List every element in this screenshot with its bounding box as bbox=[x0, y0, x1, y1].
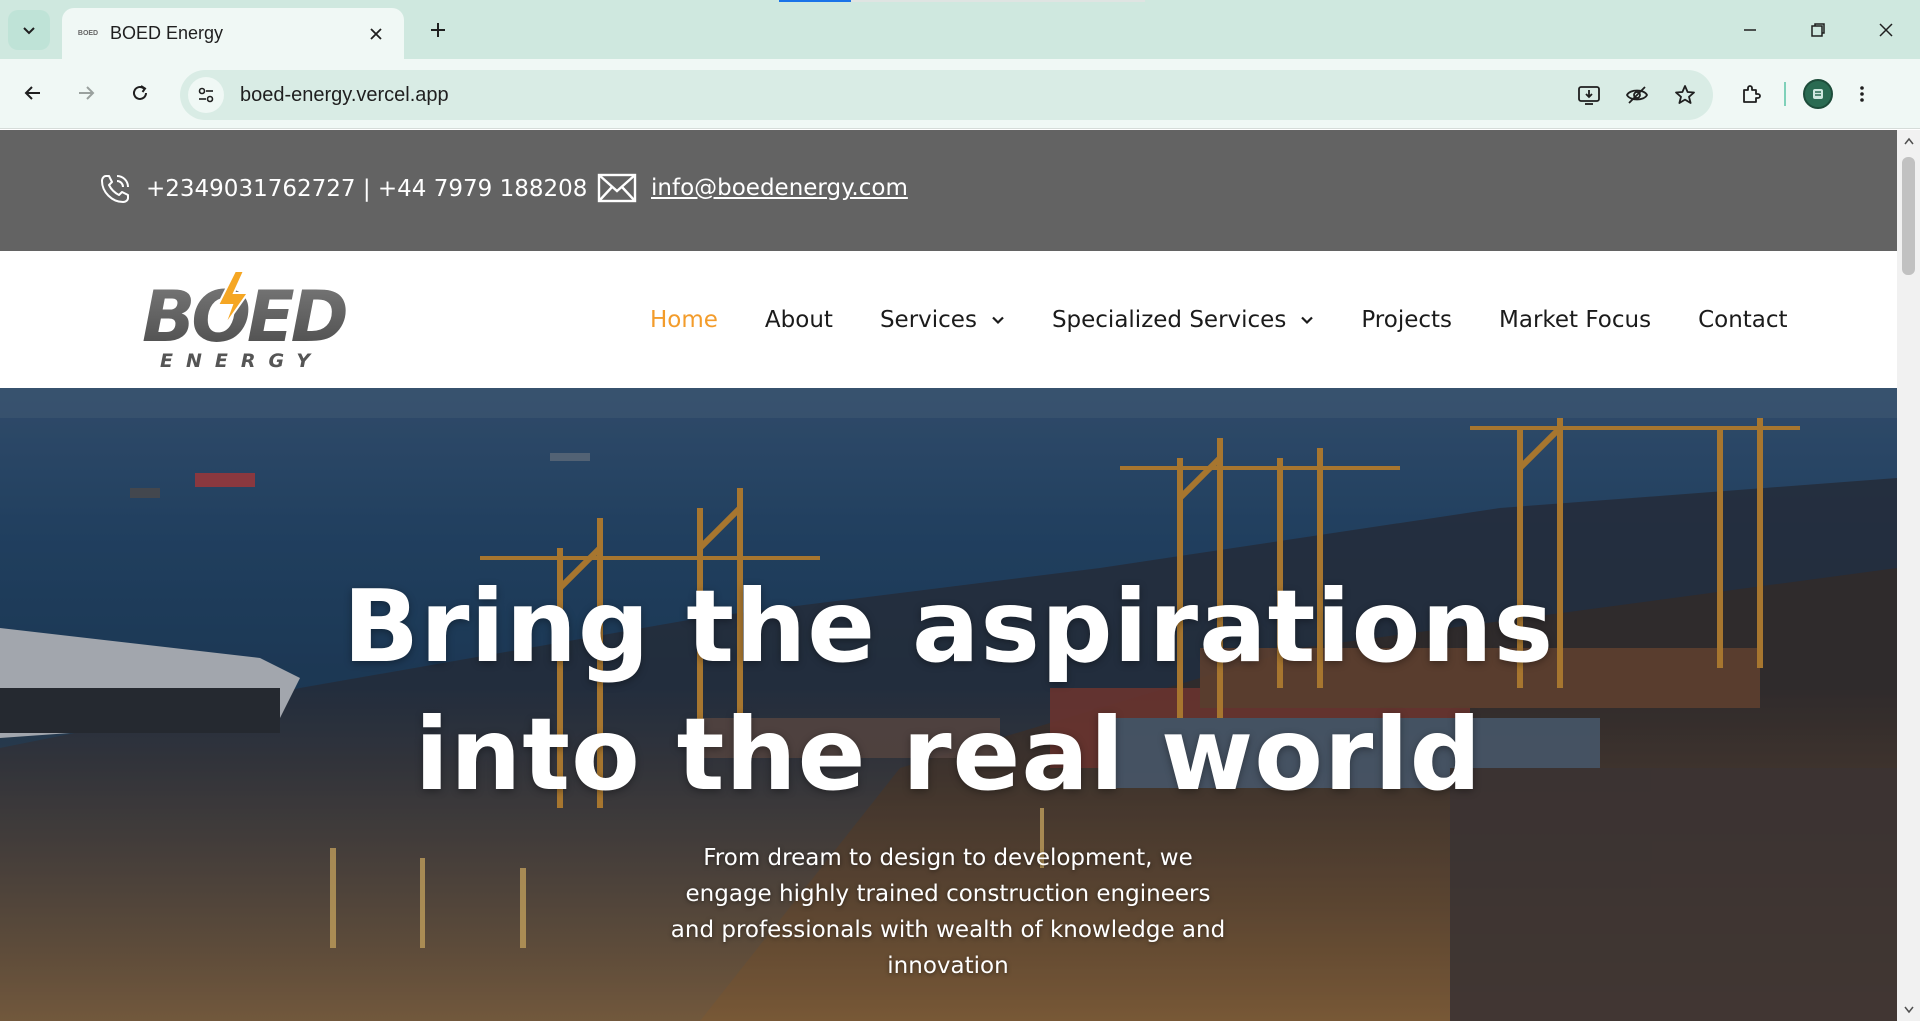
nav-projects-label: Projects bbox=[1361, 306, 1453, 333]
arrow-left-icon bbox=[24, 86, 40, 100]
profile-button[interactable] bbox=[1796, 72, 1840, 116]
loading-indicator bbox=[779, 0, 851, 2]
page-viewport: +2349031762727 | +44 7979 188208 info@bo… bbox=[0, 130, 1897, 1021]
address-bar[interactable]: boed-energy.vercel.app bbox=[180, 70, 1713, 120]
nav-about[interactable]: About bbox=[765, 307, 833, 333]
reload-icon bbox=[133, 85, 147, 100]
svg-text:ENERGY: ENERGY bbox=[160, 350, 323, 371]
nav-specialized-services-label: Specialized Services bbox=[1051, 306, 1287, 333]
nav-contact[interactable]: Contact bbox=[1698, 307, 1787, 333]
nav-market-focus-label: Market Focus bbox=[1499, 306, 1652, 333]
caret-up-icon bbox=[1903, 137, 1914, 145]
nav-market-focus[interactable]: Market Focus bbox=[1499, 307, 1651, 333]
toolbar-divider bbox=[1784, 82, 1786, 106]
mail-icon bbox=[597, 173, 637, 203]
email-contact: info@boedenergy.com bbox=[597, 172, 908, 204]
avatar bbox=[1803, 79, 1833, 109]
nav-about-label: About bbox=[764, 306, 833, 333]
contact-topbar: +2349031762727 | +44 7979 188208 info@bo… bbox=[0, 130, 1897, 251]
hero-title: Bring the aspirations into the real worl… bbox=[0, 563, 1897, 819]
tab-title: BOED Energy bbox=[110, 23, 224, 43]
browser-tab-active[interactable]: BOED BOED Energy bbox=[62, 8, 404, 59]
browser-menu-button[interactable] bbox=[1840, 72, 1884, 116]
forward-button[interactable] bbox=[68, 75, 104, 111]
arrow-right-icon bbox=[79, 86, 95, 100]
browser-tabstrip: BOED BOED Energy bbox=[0, 0, 1920, 59]
hero-section: Bring the aspirations into the real worl… bbox=[0, 388, 1897, 1021]
minimize-icon bbox=[1744, 28, 1756, 31]
caret-down-icon bbox=[1903, 1006, 1914, 1014]
email-link[interactable]: info@boedenergy.com bbox=[651, 175, 908, 201]
reload-button[interactable] bbox=[122, 75, 158, 111]
nav-home-label: Home bbox=[650, 306, 718, 333]
hero-title-line-1: Bring the aspirations bbox=[342, 568, 1555, 685]
loading-track bbox=[851, 0, 1145, 2]
browser-toolbar: boed-energy.vercel.app bbox=[0, 59, 1920, 129]
close-icon bbox=[1879, 22, 1893, 37]
puzzle-icon bbox=[1743, 85, 1761, 103]
install-icon bbox=[1578, 86, 1600, 105]
nav-projects[interactable]: Projects bbox=[1361, 307, 1452, 333]
nav-services-label: Services bbox=[879, 306, 977, 333]
svg-text:BOED: BOED bbox=[142, 276, 347, 358]
install-app-button[interactable] bbox=[1569, 75, 1609, 115]
site-info-button[interactable] bbox=[188, 77, 224, 113]
chevron-down-icon bbox=[23, 27, 35, 35]
hero-title-line-2: into the real world bbox=[414, 696, 1483, 813]
plus-icon bbox=[431, 23, 445, 37]
close-tab-button[interactable] bbox=[362, 20, 390, 48]
scroll-thumb[interactable] bbox=[1902, 157, 1915, 275]
eye-off-icon bbox=[1625, 86, 1649, 104]
favicon-icon: BOED bbox=[77, 30, 99, 37]
nav-home[interactable]: Home bbox=[650, 307, 718, 333]
more-vertical-icon bbox=[1860, 86, 1864, 102]
close-icon bbox=[370, 27, 382, 40]
nav-services[interactable]: Services bbox=[880, 307, 1005, 333]
tune-icon bbox=[198, 87, 214, 103]
minimize-button[interactable] bbox=[1716, 0, 1784, 59]
main-navbar: BOED ENERGY Home About Services Speciali… bbox=[0, 251, 1897, 388]
scroll-up-button[interactable] bbox=[1897, 132, 1920, 150]
tracking-protection-button[interactable] bbox=[1617, 75, 1657, 115]
primary-menu: Home About Services Specialized Services… bbox=[650, 251, 1788, 388]
new-tab-button[interactable] bbox=[422, 14, 454, 46]
star-icon bbox=[1675, 85, 1695, 104]
close-window-button[interactable] bbox=[1852, 0, 1920, 59]
chevron-down-icon bbox=[1301, 316, 1314, 324]
restore-icon bbox=[1811, 22, 1825, 37]
page-scrollbar[interactable] bbox=[1897, 130, 1920, 1021]
nav-specialized-services[interactable]: Specialized Services bbox=[1052, 307, 1314, 333]
bookmark-button[interactable] bbox=[1665, 75, 1705, 115]
site-logo[interactable]: BOED ENERGY bbox=[140, 267, 355, 372]
extensions-button[interactable] bbox=[1730, 72, 1774, 116]
scroll-down-button[interactable] bbox=[1897, 1001, 1920, 1019]
tab-search-button[interactable] bbox=[8, 10, 50, 50]
chevron-down-icon bbox=[992, 316, 1004, 324]
profile-icon bbox=[1813, 89, 1823, 99]
phone-contact: +2349031762727 | +44 7979 188208 bbox=[98, 172, 587, 206]
nav-contact-label: Contact bbox=[1698, 306, 1788, 333]
hero-subtitle: From dream to design to development, we … bbox=[670, 845, 1226, 979]
phone-icon bbox=[101, 175, 129, 203]
phone-numbers: +2349031762727 | +44 7979 188208 bbox=[146, 176, 588, 202]
back-button[interactable] bbox=[15, 75, 51, 111]
restore-button[interactable] bbox=[1784, 0, 1852, 59]
boed-logo: BOED ENERGY bbox=[142, 270, 351, 372]
url-text: boed-energy.vercel.app bbox=[240, 83, 449, 106]
